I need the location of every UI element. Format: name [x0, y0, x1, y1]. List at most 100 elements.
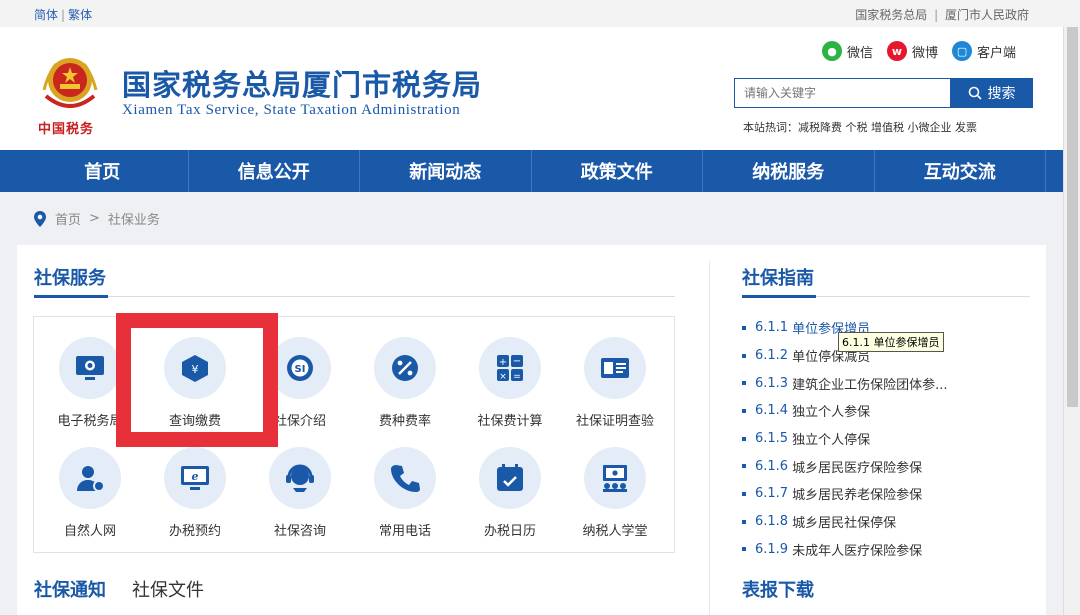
- guide-title: 社保指南: [742, 268, 814, 289]
- service-icon-circle: e: [164, 447, 226, 509]
- e-screen-icon: e: [181, 466, 209, 490]
- wechat-link[interactable]: ● 微信: [822, 41, 873, 61]
- site-title: 国家税务总局厦门市税务局: [122, 68, 483, 102]
- service-label: 办税日历: [483, 524, 536, 539]
- service-label: 常用电话: [378, 524, 431, 539]
- search-icon: [968, 86, 982, 100]
- simplified-link[interactable]: 简体: [34, 8, 58, 22]
- client-link[interactable]: ▢ 客户端: [952, 41, 1016, 61]
- service-label: 纳税人学堂: [582, 524, 648, 539]
- service-icon-circle: [374, 447, 436, 509]
- services-underline: [34, 295, 675, 298]
- nav-home[interactable]: 首页: [17, 150, 189, 192]
- svg-text:=: =: [513, 372, 521, 382]
- service-icon-circle: [59, 337, 121, 399]
- guide-tooltip: 6.1.1 单位参保增员: [838, 332, 944, 352]
- weibo-label: 微博: [912, 45, 939, 61]
- language-switch: 简体 | 繁体: [34, 8, 93, 22]
- headset-icon: [286, 464, 314, 492]
- service-tax-calendar[interactable]: 办税日历: [458, 447, 562, 539]
- si-logo-icon: SI: [287, 355, 313, 381]
- svg-text:SI: SI: [295, 364, 306, 375]
- page-scrollbar[interactable]: [1063, 27, 1080, 615]
- svg-text:−: −: [513, 356, 521, 367]
- service-proof-verify[interactable]: 社保证明查验: [563, 337, 667, 429]
- service-icon-circle: [269, 447, 331, 509]
- city-gov-link[interactable]: 厦门市人民政府: [945, 8, 1029, 22]
- guide-underline: [742, 295, 1030, 298]
- emblem-caption: 中国税务: [38, 122, 95, 137]
- weibo-icon: w: [887, 41, 908, 61]
- weibo-link[interactable]: w 微博: [887, 41, 938, 61]
- nav-info-disclosure[interactable]: 信息公开: [189, 150, 360, 192]
- user-icon: [77, 466, 105, 492]
- svg-text:e: e: [192, 470, 199, 483]
- wechat-label: 微信: [847, 45, 874, 61]
- guide-item[interactable]: 6.1.7 城乡居民养老保险参保: [742, 480, 1032, 508]
- service-label: 社保咨询: [273, 524, 326, 539]
- guide-item[interactable]: 6.1.5 独立个人停保: [742, 425, 1032, 453]
- site-subtitle: Xiamen Tax Service, State Taxation Admin…: [122, 102, 461, 118]
- breadcrumb-separator: >: [89, 211, 100, 226]
- search-input[interactable]: [734, 78, 950, 108]
- search-button[interactable]: 搜索: [950, 78, 1033, 108]
- nav-policy-files[interactable]: 政策文件: [532, 150, 703, 192]
- service-natural-person[interactable]: 自然人网: [38, 447, 142, 539]
- service-fee-rates[interactable]: 费种费率: [353, 337, 457, 429]
- search-button-label: 搜索: [987, 86, 1016, 102]
- search-box: 搜索: [734, 78, 1033, 108]
- location-pin-icon: [34, 210, 46, 227]
- tab-si-files[interactable]: 社保文件: [132, 576, 204, 602]
- calculator-icon: + −× =: [497, 355, 523, 382]
- breadcrumb-current: 社保业务: [107, 213, 160, 228]
- service-phone-numbers[interactable]: 常用电话: [353, 447, 457, 539]
- state-tax-link[interactable]: 国家税务总局: [855, 8, 927, 22]
- national-emblem-icon: [42, 58, 98, 108]
- monitor-icon: [76, 356, 104, 380]
- classroom-icon: [603, 465, 627, 492]
- service-icon-circle: SI: [269, 337, 331, 399]
- wechat-icon: ●: [822, 41, 842, 61]
- guide-item[interactable]: 6.1.8 城乡居民社保停保: [742, 508, 1032, 536]
- main-nav: 首页 信息公开 新闻动态 政策文件 纳税服务 互动交流: [0, 150, 1080, 192]
- downloads-title: 表报下载: [742, 580, 814, 601]
- tab-si-notice[interactable]: 社保通知: [34, 576, 106, 602]
- guide-item[interactable]: 6.1.9 未成年人医疗保险参保: [742, 536, 1032, 564]
- mobile-client-icon: ▢: [952, 41, 973, 61]
- notice-tabs: 社保通知 社保文件: [34, 576, 204, 602]
- service-label: 社保费计算: [477, 414, 543, 429]
- highlight-box: [116, 313, 278, 447]
- nav-news[interactable]: 新闻动态: [360, 150, 532, 192]
- percent-icon: [392, 355, 418, 381]
- breadcrumb-home[interactable]: 首页: [55, 209, 81, 228]
- site-header: 中国税务 国家税务总局厦门市税务局 Xiamen Tax Service, St…: [0, 27, 1080, 150]
- svg-text:+: +: [499, 357, 507, 368]
- top-bar: 简体 | 繁体 国家税务总局 | 厦门市人民政府: [0, 0, 1080, 27]
- svg-text:×: ×: [499, 372, 507, 382]
- calendar-icon: [497, 464, 523, 491]
- guide-item[interactable]: 6.1.3 建筑企业工伤保险团体参...: [742, 369, 1032, 397]
- service-label: 社保证明查验: [575, 414, 654, 429]
- phone-icon: [391, 465, 420, 492]
- breadcrumb: 首页 > 社保业务: [33, 209, 160, 228]
- service-icon-circle: + − × =: [479, 337, 541, 399]
- service-icon-circle: [59, 447, 121, 509]
- services-title: 社保服务: [34, 268, 106, 289]
- service-appointment[interactable]: e 办税预约: [143, 447, 247, 539]
- social-links: ● 微信 w 微博 ▢ 客户端: [822, 41, 1016, 61]
- nav-interaction[interactable]: 互动交流: [875, 150, 1046, 192]
- service-label: 自然人网: [63, 524, 116, 539]
- id-card-icon: [601, 358, 629, 378]
- service-label: 费种费率: [378, 414, 431, 429]
- guide-item[interactable]: 6.1.4 独立个人参保: [742, 397, 1032, 425]
- guide-item[interactable]: 6.1.6 城乡居民医疗保险参保: [742, 452, 1032, 480]
- column-divider: [709, 261, 710, 615]
- scrollbar-thumb[interactable]: [1067, 27, 1078, 407]
- traditional-link[interactable]: 繁体: [68, 8, 92, 22]
- hot-words: 本站热词：减税降费 个税 增值税 小微企业 发票: [743, 121, 977, 134]
- nav-tax-service[interactable]: 纳税服务: [703, 150, 875, 192]
- service-si-consult[interactable]: 社保咨询: [248, 447, 352, 539]
- service-taxpayer-school[interactable]: 纳税人学堂: [563, 447, 667, 539]
- external-links: 国家税务总局 | 厦门市人民政府: [855, 8, 1029, 22]
- service-fee-calculator[interactable]: + − × = 社保费计算: [458, 337, 562, 429]
